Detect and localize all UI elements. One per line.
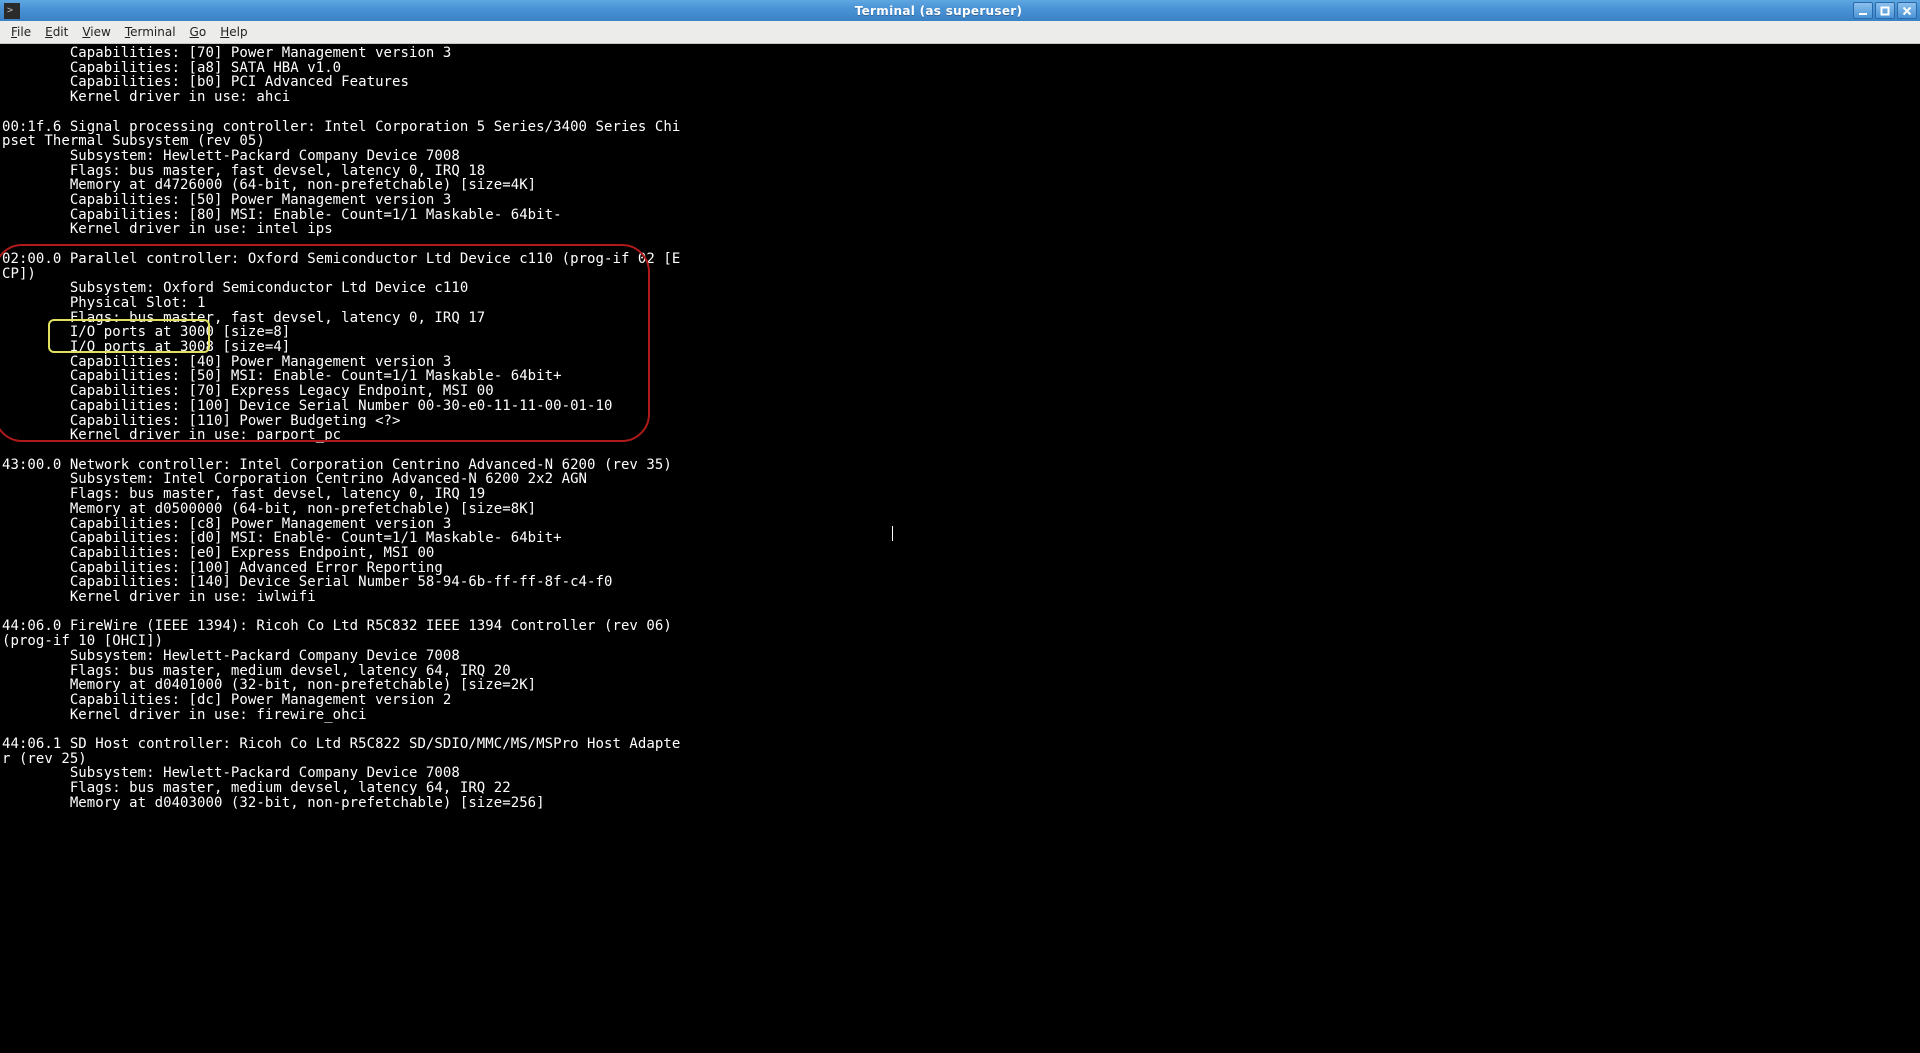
titlebar[interactable]: Terminal (as superuser) <box>0 0 1920 21</box>
window-title: Terminal (as superuser) <box>24 4 1853 18</box>
text-cursor <box>892 526 893 541</box>
terminal-viewport[interactable]: Capabilities: [70] Power Management vers… <box>0 44 1920 1053</box>
menu-go[interactable]: Go <box>183 23 214 41</box>
menu-help[interactable]: Help <box>213 23 254 41</box>
window-root: Terminal (as superuser) File Edit View T… <box>0 0 1920 1053</box>
terminal-icon <box>4 3 20 19</box>
window-controls <box>1853 2 1917 19</box>
menu-view[interactable]: View <box>75 23 117 41</box>
menubar: File Edit View Terminal Go Help <box>0 21 1920 44</box>
terminal-output: Capabilities: [70] Power Management vers… <box>2 46 1918 811</box>
menu-edit[interactable]: Edit <box>38 23 75 41</box>
close-button[interactable] <box>1897 2 1917 19</box>
minimize-button[interactable] <box>1853 2 1873 19</box>
menu-terminal[interactable]: Terminal <box>118 23 183 41</box>
maximize-button[interactable] <box>1875 2 1895 19</box>
menu-file[interactable]: File <box>4 23 38 41</box>
